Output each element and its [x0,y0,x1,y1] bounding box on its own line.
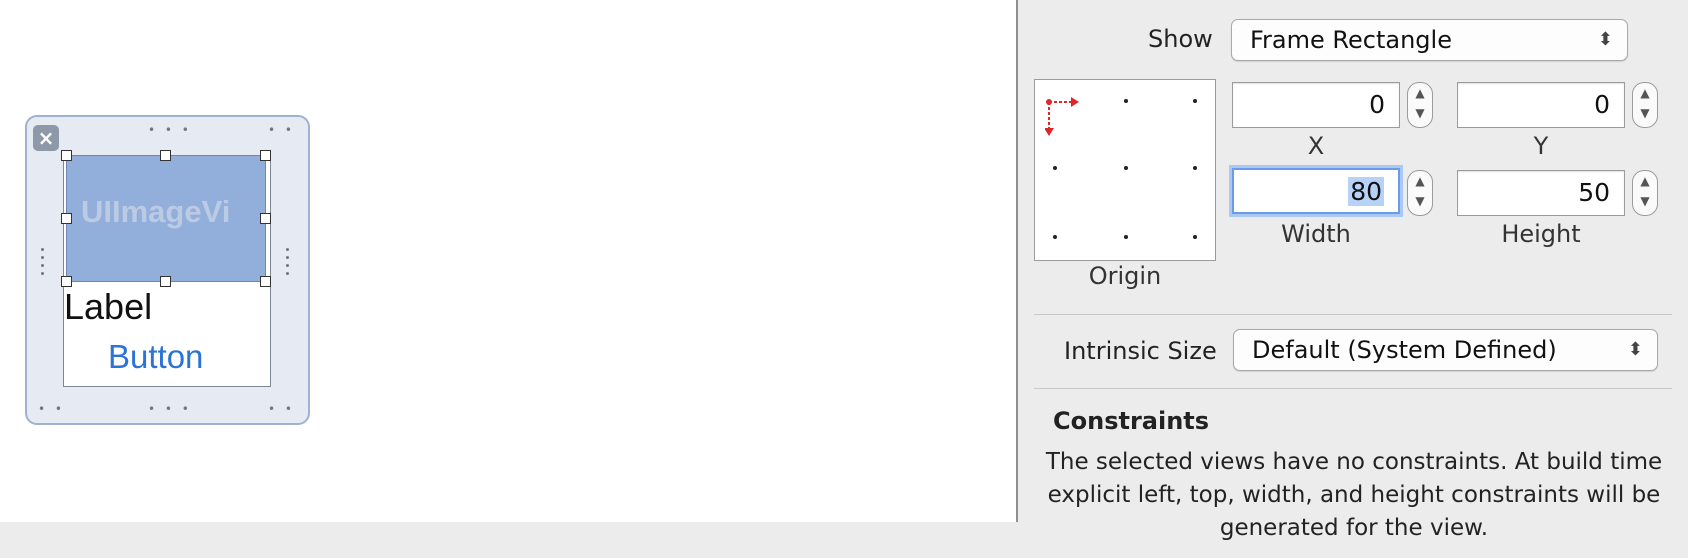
separator [1034,388,1672,389]
left-resize-dots[interactable] [41,248,47,280]
resize-handle-left[interactable] [61,213,72,224]
origin-anchor-icon [1045,97,1079,136]
image-view-placeholder-text: UIImageVi [81,194,231,229]
origin-caption: Origin [1088,262,1162,290]
origin-point[interactable] [1193,235,1197,239]
show-popup[interactable]: Frame Rectangle ⬍ [1231,19,1628,61]
intrinsic-size-popup[interactable]: Default (System Defined) ⬍ [1233,329,1658,371]
x-field[interactable]: 0 [1232,82,1400,128]
origin-point[interactable] [1053,166,1057,170]
bottom-left-resize-dots[interactable]: • • [38,403,65,415]
right-resize-dots[interactable] [286,248,292,280]
resize-handle-right[interactable] [260,213,271,224]
resize-handle-top[interactable] [160,150,171,161]
constraints-heading: Constraints [1053,407,1210,435]
origin-point[interactable] [1124,235,1128,239]
bottom-resize-dots[interactable]: • • • [148,403,192,415]
y-caption: Y [1533,132,1549,160]
origin-point[interactable] [1124,166,1128,170]
top-resize-dots[interactable]: • • • [148,124,192,136]
image-view[interactable]: UIImageVi [66,155,266,282]
width-caption: Width [1281,220,1351,248]
close-icon[interactable]: × [33,125,59,151]
constraints-description: The selected views have no constraints. … [1045,449,1663,541]
y-stepper[interactable]: ▲ ▼ [1632,82,1658,128]
origin-point[interactable] [1053,235,1057,239]
ui-button[interactable]: Button [108,339,203,375]
ui-label[interactable]: Label [64,287,152,327]
updown-arrows-icon: ⬍ [1627,339,1643,360]
top-right-resize-dots[interactable]: • • [268,124,295,136]
separator [1034,314,1672,315]
intrinsic-size-value: Default (System Defined) [1252,336,1557,364]
x-caption: X [1307,132,1325,160]
height-field[interactable]: 50 [1457,170,1625,216]
intrinsic-size-label: Intrinsic Size [1064,337,1217,365]
origin-selector[interactable] [1034,79,1216,261]
show-label: Show [1148,25,1213,53]
origin-point[interactable] [1193,99,1197,103]
width-field-value: 80 [1348,177,1384,206]
bottom-right-resize-dots[interactable]: • • [268,403,295,415]
origin-point[interactable] [1193,166,1197,170]
x-stepper[interactable]: ▲ ▼ [1407,82,1433,128]
height-stepper[interactable]: ▲ ▼ [1632,170,1658,216]
updown-arrows-icon: ⬍ [1597,29,1613,50]
resize-handle-bottom[interactable] [160,276,171,287]
resize-handle-top-right[interactable] [260,150,271,161]
width-stepper[interactable]: ▲ ▼ [1407,170,1433,216]
height-caption: Height [1501,220,1581,248]
y-field[interactable]: 0 [1457,82,1625,128]
show-popup-value: Frame Rectangle [1250,26,1452,54]
resize-handle-bottom-right[interactable] [260,276,271,287]
width-field[interactable]: 80 [1232,168,1400,214]
origin-point[interactable] [1124,99,1128,103]
resize-handle-top-left[interactable] [61,150,72,161]
